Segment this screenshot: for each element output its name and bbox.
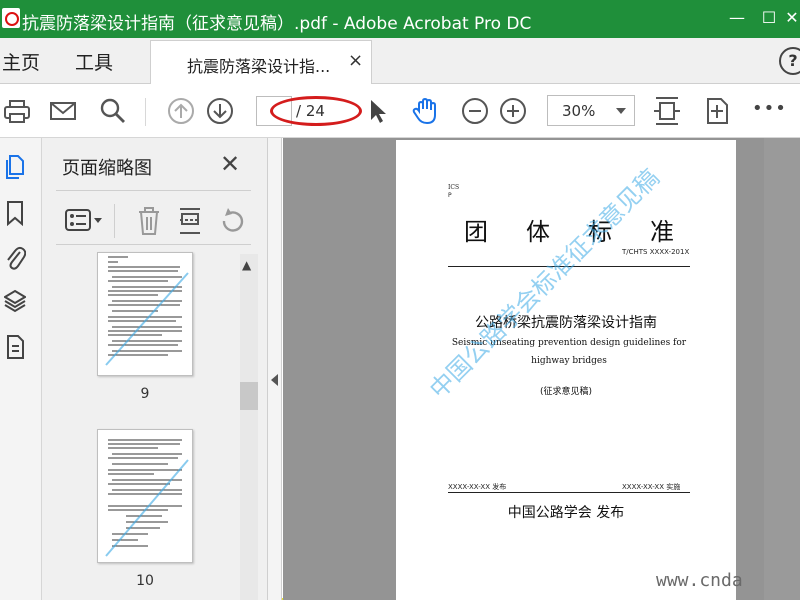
document-title-cn: 公路桥梁抗震防落梁设计指南: [475, 315, 657, 331]
minimize-button[interactable]: —: [722, 6, 752, 30]
panel-divider: [56, 190, 251, 191]
standard-code: T/CHTS XXXX-201X: [622, 248, 690, 256]
heading-char: 体: [526, 218, 550, 246]
search-icon[interactable]: [98, 96, 128, 126]
thumbnail-page-number: 9: [140, 386, 150, 402]
thumbnail-page-number: 10: [136, 573, 154, 589]
zoom-level-dropdown[interactable]: 30%: [547, 95, 635, 126]
help-icon[interactable]: ?: [779, 47, 800, 75]
more-tools-icon[interactable]: •••: [752, 98, 787, 119]
p-code: P: [448, 192, 452, 199]
publisher: 中国公路学会 发布: [507, 505, 625, 521]
title-bar: 抗震防落梁设计指南（征求意见稿）.pdf - Adobe Acrobat Pro…: [0, 0, 800, 38]
thumbnail-toolbar: [42, 200, 268, 242]
chevron-left-icon: [271, 374, 278, 386]
implement-date: XXXX-XX-XX 实施: [622, 483, 681, 491]
heading-char: 团: [464, 218, 488, 246]
hand-tool-icon[interactable]: [410, 96, 440, 126]
close-panel-button[interactable]: ✕: [220, 150, 240, 178]
zoom-value: 30%: [562, 102, 596, 120]
tab-document[interactable]: 抗震防落梁设计指... ×: [150, 40, 372, 84]
panel-title: 页面缩略图: [62, 158, 152, 179]
navigation-rail: [0, 138, 42, 600]
chevron-down-icon: [616, 108, 626, 114]
ics-code: ICS: [448, 184, 460, 191]
toolbar-separator: [145, 98, 146, 126]
heading-char: 准: [650, 218, 674, 246]
bookmark-icon[interactable]: [4, 200, 26, 226]
print-icon[interactable]: [2, 96, 32, 126]
full-screen-icon[interactable]: [702, 96, 732, 126]
select-cursor-icon[interactable]: [362, 96, 392, 126]
close-tab-button[interactable]: ×: [348, 50, 363, 71]
thumbnail-page[interactable]: [97, 252, 193, 376]
footer-rule: [448, 492, 690, 493]
page-thumbnails-panel: 页面缩略图 ✕ 9 10 ▲: [42, 138, 268, 600]
zoom-out-icon[interactable]: [460, 96, 490, 126]
publish-date: XXXX-XX-XX 发布: [448, 483, 507, 491]
delete-icon[interactable]: [136, 206, 162, 236]
attachment-icon[interactable]: [4, 244, 26, 270]
thumbnail-scroll-handle[interactable]: [240, 382, 258, 410]
document-properties-icon[interactable]: [4, 334, 26, 360]
document-tab-label: 抗震防落梁设计指...: [187, 57, 331, 76]
next-page-icon[interactable]: [205, 96, 235, 126]
tab-bar: 主页 工具 抗震防落梁设计指... × ?: [0, 38, 800, 84]
thumbnail-toolbar-separator: [114, 204, 115, 238]
acrobat-logo-icon: [2, 8, 20, 28]
thumbnail-text-lines: [105, 256, 189, 366]
collapse-pane-handle[interactable]: [268, 138, 282, 600]
thumbnail-scrollbar[interactable]: [240, 254, 258, 600]
tab-home[interactable]: 主页: [2, 48, 40, 75]
maximize-button[interactable]: ☐: [754, 6, 784, 30]
close-window-button[interactable]: ✕: [784, 6, 800, 30]
scroll-up-arrow-icon[interactable]: ▲: [242, 258, 251, 272]
previous-page-icon[interactable]: [166, 96, 196, 126]
zoom-in-icon[interactable]: [498, 96, 528, 126]
fit-page-icon[interactable]: [652, 94, 682, 128]
site-watermark: www.cnda: [656, 570, 743, 591]
page-thumbnails-icon[interactable]: [4, 154, 26, 180]
layers-icon[interactable]: [4, 288, 26, 314]
red-annotation-ellipse: [270, 96, 362, 126]
thumbnail-options-icon[interactable]: [64, 206, 104, 234]
rotate-icon[interactable]: [218, 206, 248, 236]
thumbnail-text-lines: [105, 439, 189, 557]
window-title: 抗震防落梁设计指南（征求意见稿）.pdf - Adobe Acrobat Pro…: [22, 14, 532, 34]
document-scrollbar[interactable]: [764, 138, 800, 600]
insert-page-icon[interactable]: [177, 206, 203, 236]
toolbar: / 24 30% •••: [0, 84, 800, 138]
email-icon[interactable]: [48, 96, 78, 126]
panel-divider: [56, 244, 251, 245]
tab-tools[interactable]: 工具: [75, 48, 113, 75]
thumbnail-page[interactable]: [97, 429, 193, 563]
